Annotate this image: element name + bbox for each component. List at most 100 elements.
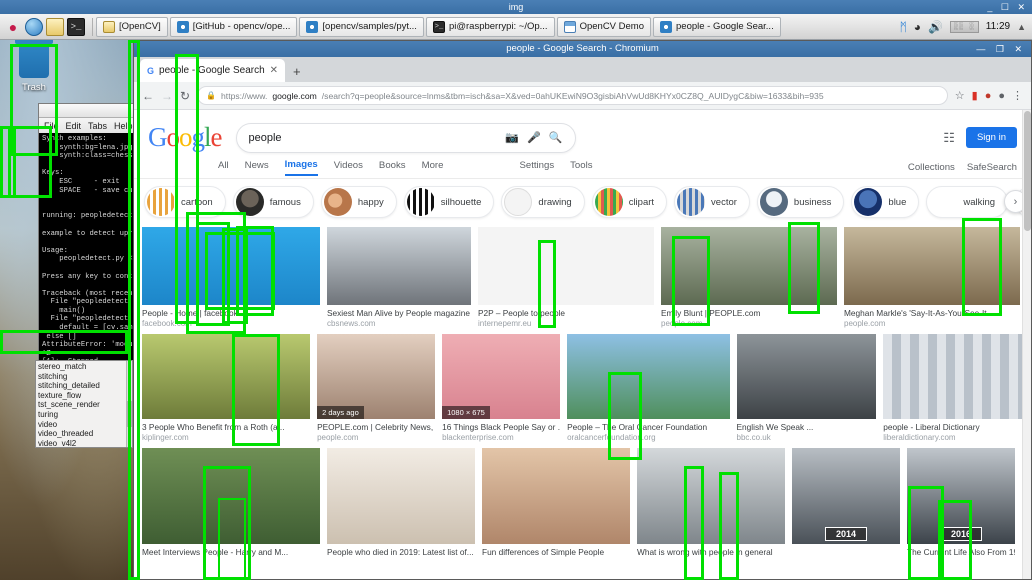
result-thumbnail[interactable] [567,334,730,419]
chip-cartoon[interactable]: cartoon [144,186,226,218]
result-cell[interactable]: 1080 × 675 16 Things Black People Say or… [442,334,561,442]
result-thumbnail[interactable] [736,334,877,419]
tab-videos[interactable]: Videos [334,160,363,175]
result-thumbnail[interactable]: 2 days ago [317,334,436,419]
result-thumbnail[interactable] [844,227,1020,305]
menu-edit[interactable]: Edit [66,121,82,131]
taskbar-item-github[interactable]: [GitHub - opencv/ope... [169,16,298,37]
result-cell[interactable]: People - Home | facebook facebook.com [142,227,320,328]
terminal-icon[interactable]: >_ [67,17,85,36]
result-cell[interactable]: 2016 The Current Life Also From 1940 To … [907,448,1015,557]
chip-happy[interactable]: happy [320,186,397,218]
terminal-tab-strip[interactable] [39,104,141,118]
list-item[interactable]: video_v4l2 [38,439,130,447]
collections-link[interactable]: Collections [908,162,955,173]
safesearch-dropdown[interactable]: SafeSearch [967,162,1017,173]
tab-books[interactable]: Books [379,160,406,175]
chip-blue[interactable]: blue [851,186,920,218]
tab-images[interactable]: Images [284,159,318,176]
trash-desktop-icon[interactable]: Trash [12,34,56,93]
bluetooth-icon[interactable]: ᛗ [900,20,907,34]
result-thumbnail[interactable] [478,227,654,305]
forward-button[interactable]: → [161,89,173,103]
taskbar-item-google-search[interactable]: people - Google Sear... [653,16,781,37]
chip-drawing[interactable]: drawing [501,186,585,218]
address-bar[interactable]: 🔒 https://www. google.com/search?q=people… [197,86,948,105]
result-thumbnail[interactable]: 1080 × 675 [442,334,561,419]
bookmark-star-icon[interactable]: ☆ [955,89,965,102]
browser-tab-google-search[interactable]: G people - Google Search ✕ [140,59,286,82]
volume-icon[interactable]: 🔊 [928,20,943,34]
voice-search-icon[interactable]: 🎤 [527,131,541,144]
taskbar-item-opencv-folder[interactable]: [OpenCV] [96,16,168,37]
result-thumbnail[interactable]: 2016 [907,448,1015,544]
list-item[interactable]: video_threaded [38,429,130,439]
list-item[interactable]: stitching_detailed [38,381,130,391]
camera-search-icon[interactable]: 📷 [505,131,519,144]
menu-tabs[interactable]: Tabs [88,121,107,131]
result-thumbnail[interactable] [142,448,320,544]
menu-file[interactable]: File [44,121,59,131]
result-thumbnail[interactable] [482,448,630,544]
result-cell[interactable]: Meghan Markle's 'Say-It-As-You-See-It...… [844,227,1020,328]
result-thumbnail[interactable] [637,448,785,544]
result-cell[interactable]: Emily Blunt | PEOPLE.com people.com [661,227,837,328]
search-box[interactable]: people 📷 🎤 🔍 [235,122,576,153]
tools-link[interactable]: Tools [570,160,592,175]
list-item[interactable]: video [38,420,130,430]
result-cell[interactable]: People – The Oral Cancer Foundation oral… [567,334,730,442]
result-thumbnail[interactable] [327,227,471,305]
page-scrollbar[interactable] [1022,110,1031,579]
list-item[interactable]: stitching [38,372,130,382]
result-thumbnail[interactable] [142,334,311,419]
autocomplete-scrollbar[interactable] [126,361,132,447]
back-button[interactable]: ← [142,89,154,103]
apps-grid-icon[interactable]: ☷ [943,131,955,144]
chip-silhouette[interactable]: silhouette [403,186,495,218]
taskbar-item-opencv-demo[interactable]: OpenCV Demo [556,16,651,37]
chromium-window-buttons[interactable]: — ❐ ✕ [976,41,1026,57]
chip-famous[interactable]: famous [232,186,314,218]
result-thumbnail[interactable]: 2014 [792,448,900,544]
sign-in-button[interactable]: Sign in [965,127,1017,148]
tab-more[interactable]: More [422,160,444,175]
result-cell[interactable]: People who died in 2019: Latest list of.… [327,448,475,557]
chip-walking[interactable]: walking [926,186,1009,218]
list-item[interactable]: turing [38,410,130,420]
result-cell[interactable]: 3 People Who Benefit from a Roth (a... k… [142,334,311,442]
result-thumbnail[interactable] [142,227,320,305]
result-cell[interactable]: Sexiest Man Alive by People magazine ...… [327,227,471,328]
result-cell[interactable]: 2014 [792,448,900,557]
chip-vector[interactable]: vector [674,186,750,218]
taskbar-item-opencv-samples[interactable]: [opencv/samples/pyt... [299,16,424,37]
search-input[interactable]: people [249,132,498,144]
result-cell[interactable]: P2P – People to people internepemr.eu [478,227,654,328]
chrome-menu-icon[interactable]: ⋮ [1012,89,1023,102]
web-browser-icon[interactable] [25,17,43,36]
result-cell[interactable]: 2 days ago PEOPLE.com | Celebrity News, … [317,334,436,442]
clock[interactable]: 11:29 [986,21,1010,32]
chip-business[interactable]: business [756,186,845,218]
chip-clipart[interactable]: clipart [591,186,668,218]
result-thumbnail[interactable] [883,334,1023,419]
settings-link[interactable]: Settings [519,160,554,175]
result-cell[interactable]: What is wrong with people in general [637,448,785,557]
google-logo[interactable]: Google [148,122,222,153]
eject-icon[interactable]: ▲ [1017,22,1026,32]
tab-news[interactable]: News [245,160,269,175]
menu-help[interactable]: Help [114,121,133,131]
new-tab-button[interactable]: + [285,64,309,82]
result-cell[interactable]: Fun differences of Simple People [482,448,630,557]
list-item[interactable]: texture_flow [38,391,130,401]
list-item[interactable]: tst_scene_render [38,400,130,410]
reload-button[interactable]: ↻ [180,89,190,103]
close-tab-icon[interactable]: ✕ [270,65,278,76]
taskbar-item-terminal[interactable]: >_ pi@raspberrypi: ~/Op... [425,16,555,37]
tab-all[interactable]: All [218,160,229,175]
cpu-monitor-icon[interactable]: ░░ ░ [949,20,979,33]
search-icon[interactable]: 🔍 [549,131,563,144]
result-cell[interactable]: English We Speak ... bbc.co.uk [736,334,877,442]
extension-chili-icon[interactable]: ● [985,90,992,102]
list-item[interactable]: stereo_match [38,362,130,372]
autocomplete-popup[interactable]: stereo_match stitching stitching_detaile… [35,360,133,448]
